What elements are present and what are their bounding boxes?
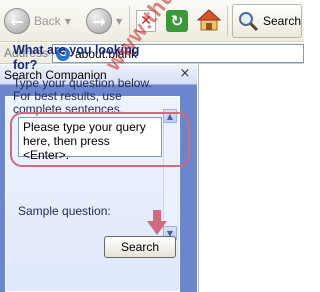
arrow-down-icon bbox=[147, 210, 167, 235]
instructions-text: Type your question below. For best resul… bbox=[13, 76, 152, 116]
forward-button[interactable]: → ▼ bbox=[86, 8, 122, 34]
query-textarea[interactable]: Please type your query here, then press … bbox=[18, 117, 162, 162]
scroll-up-icon[interactable]: ▲ bbox=[163, 109, 177, 123]
search-submit-button[interactable]: Search bbox=[104, 236, 176, 258]
search-toolbar-button[interactable]: Search bbox=[232, 4, 302, 38]
toolbar-separator bbox=[227, 6, 228, 36]
home-icon bbox=[196, 9, 222, 31]
chevron-down-icon: ▼ bbox=[116, 16, 123, 26]
forward-arrow-icon: → bbox=[86, 8, 112, 34]
search-toolbar-label: Search bbox=[262, 14, 301, 28]
back-arrow-icon: ← bbox=[4, 8, 30, 34]
home-button[interactable] bbox=[196, 8, 222, 32]
browser-content-area bbox=[198, 65, 304, 292]
back-button[interactable]: ← Back ▼ bbox=[4, 8, 71, 34]
close-icon[interactable]: × bbox=[178, 66, 192, 82]
back-button-label: Back bbox=[34, 14, 61, 28]
magnifier-icon bbox=[238, 12, 259, 32]
sample-question-label: Sample question: bbox=[18, 204, 111, 218]
chevron-down-icon: ▼ bbox=[64, 16, 71, 26]
